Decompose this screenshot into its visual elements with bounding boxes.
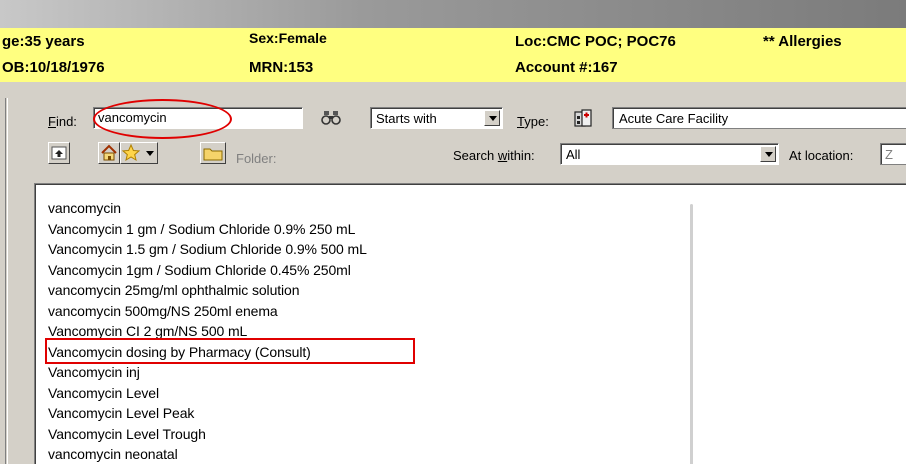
search-within-label: Search within: (453, 148, 535, 163)
patient-location: Loc:CMC POC; POC76 (515, 33, 676, 50)
find-label: Find: (48, 114, 77, 129)
allergies-indicator[interactable]: ** Allergies (763, 33, 842, 50)
patient-mrn: MRN:153 (249, 59, 314, 76)
home-button[interactable] (98, 142, 120, 164)
list-item[interactable]: Vancomycin 1 gm / Sodium Chloride 0.9% 2… (48, 219, 367, 240)
list-item[interactable]: Vancomycin CI 2 gm/NS 500 mL (48, 321, 367, 342)
list-item[interactable]: vancomycin 25mg/ml ophthalmic solution (48, 280, 367, 301)
find-input[interactable]: vancomycin (93, 107, 303, 129)
list-item[interactable]: Vancomycin Level (48, 383, 367, 404)
results-list[interactable]: vancomycin Vancomycin 1 gm / Sodium Chlor… (34, 183, 906, 464)
chevron-down-icon[interactable] (484, 110, 500, 126)
folder-button[interactable] (200, 142, 226, 164)
list-item[interactable]: Vancomycin 1gm / Sodium Chloride 0.45% 2… (48, 260, 367, 281)
window-title-bar (0, 0, 906, 28)
favorites-button[interactable] (120, 142, 158, 164)
up-folder-button[interactable] (48, 142, 70, 164)
list-item[interactable]: Vancomycin 1.5 gm / Sodium Chloride 0.9%… (48, 239, 367, 260)
list-item[interactable]: vancomycin (48, 198, 367, 219)
list-item[interactable]: vancomycin neonatal (48, 444, 367, 464)
match-mode-value: Starts with (376, 111, 437, 126)
patient-account: Account #:167 (515, 59, 618, 76)
match-mode-select[interactable]: Starts with (370, 107, 503, 129)
patient-sex: Sex:Female (249, 30, 327, 46)
panel-left-edge (5, 98, 8, 464)
at-location-label: At location: (789, 148, 854, 163)
list-item[interactable]: Vancomycin dosing by Pharmacy (Consult) (48, 342, 367, 363)
folder-icon (203, 148, 223, 161)
home-icon (101, 144, 117, 161)
results-items: vancomycin Vancomycin 1 gm / Sodium Chlor… (48, 198, 367, 464)
list-item[interactable]: vancomycin 500mg/NS 250ml enema (48, 301, 367, 322)
list-item[interactable]: Vancomycin Level Trough (48, 424, 367, 445)
chevron-down-icon[interactable] (760, 146, 776, 162)
binoculars-icon[interactable] (320, 109, 342, 127)
patient-dob: OB:10/18/1976 (2, 59, 105, 76)
up-folder-icon (51, 146, 67, 160)
list-item[interactable]: Vancomycin inj (48, 362, 367, 383)
order-search-panel: Find: vancomycin Starts with Type: Acute… (0, 82, 906, 464)
pane-divider[interactable] (690, 204, 693, 464)
chevron-down-icon[interactable] (145, 143, 155, 163)
patient-banner: ge:35 years OB:10/18/1976 Sex:Female MRN… (0, 28, 906, 82)
list-item[interactable]: Vancomycin Level Peak (48, 403, 367, 424)
search-within-select[interactable]: All (560, 143, 779, 165)
patient-age: ge:35 years (2, 33, 85, 50)
facility-icon (573, 108, 593, 128)
search-within-value: All (566, 147, 581, 162)
type-field[interactable]: Acute Care Facility (612, 107, 906, 129)
star-icon (121, 143, 141, 162)
at-location-field[interactable]: Z (880, 143, 906, 165)
type-label: Type: (517, 114, 549, 129)
folder-label: Folder: (236, 151, 277, 166)
